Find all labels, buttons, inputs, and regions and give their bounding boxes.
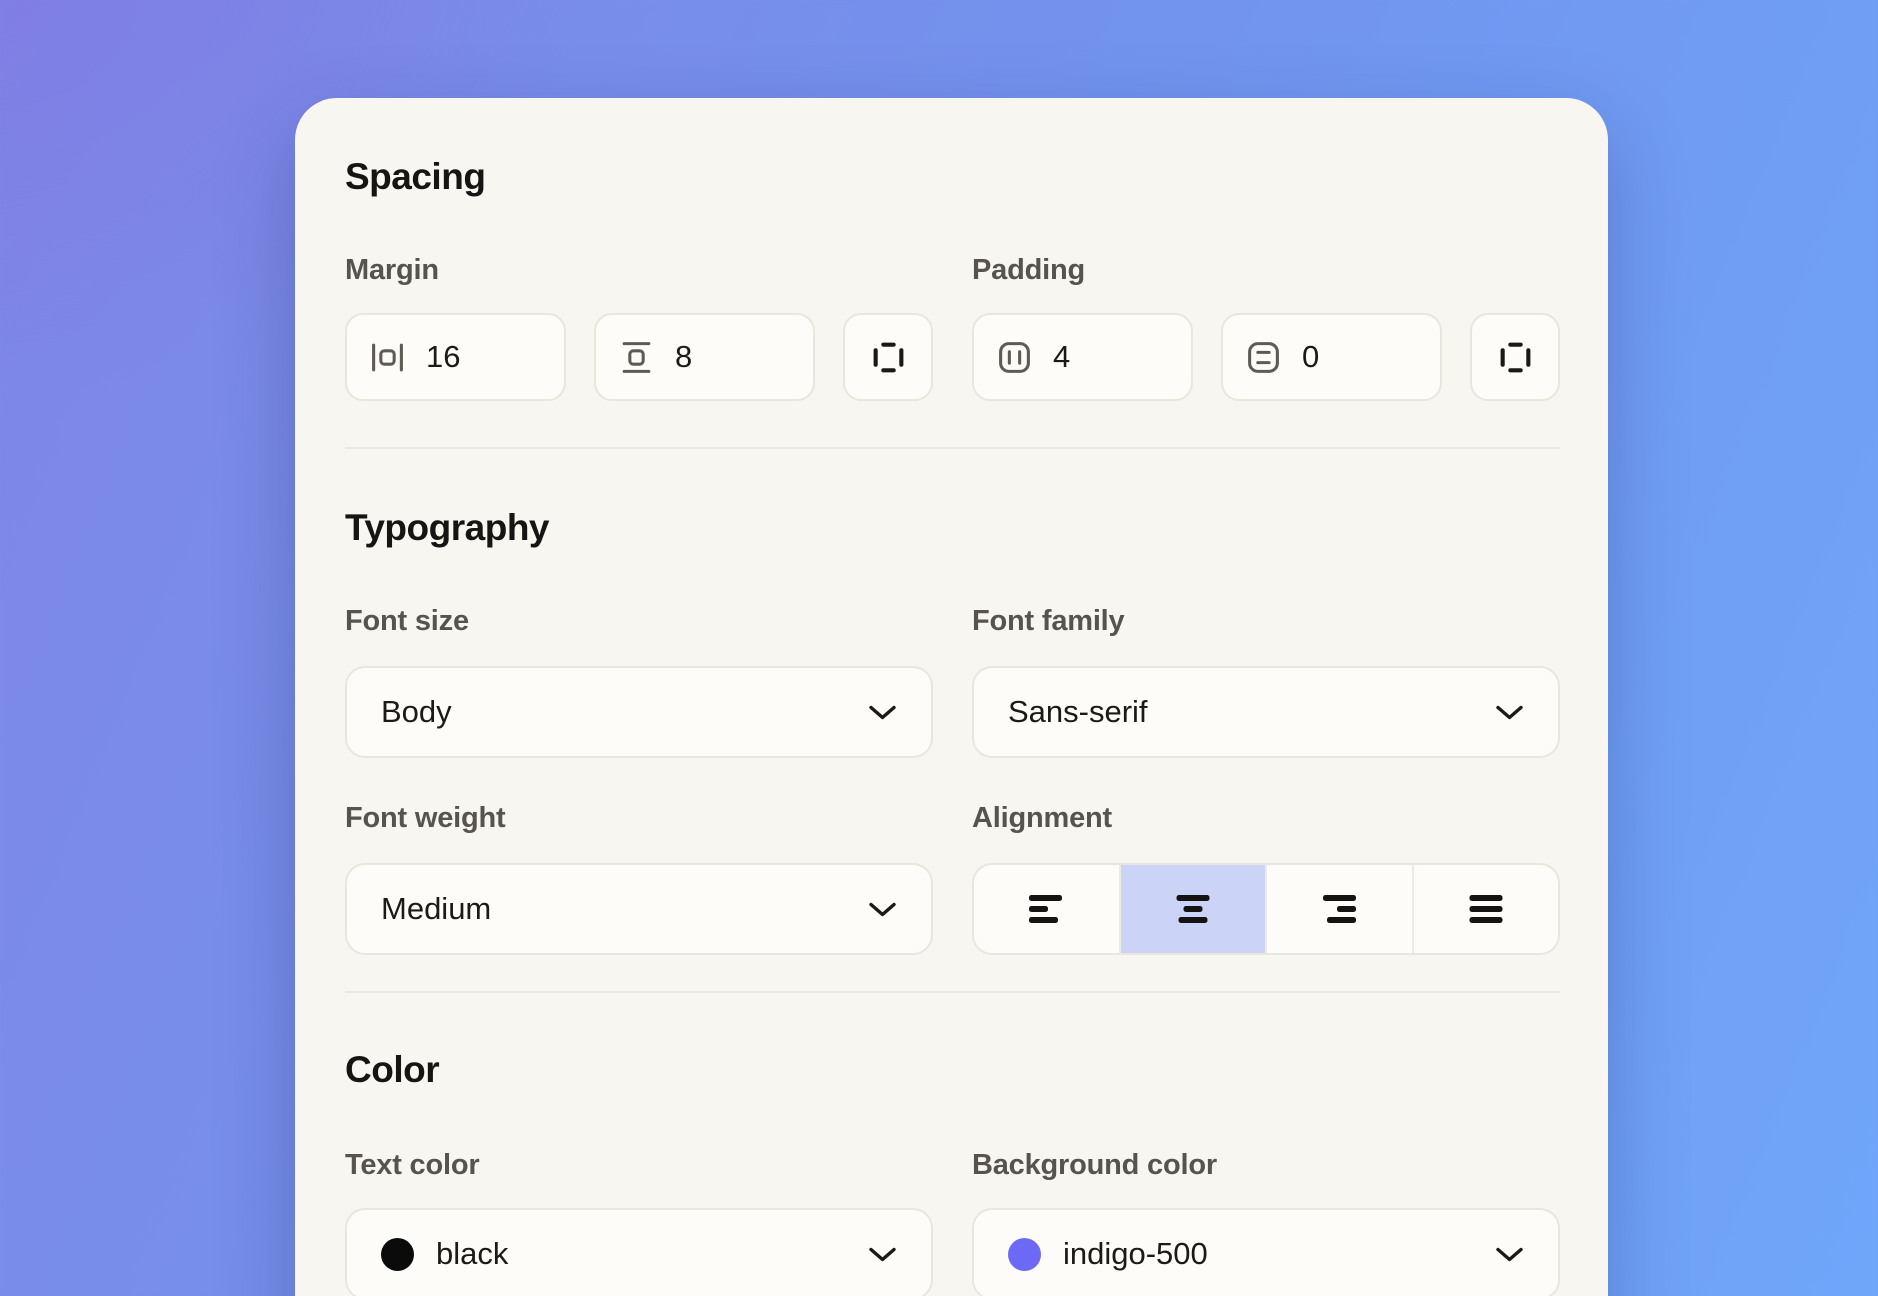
padding-individual-icon: [1497, 339, 1534, 376]
color-section-title: Color: [345, 1049, 1560, 1091]
padding-individual-button[interactable]: [1470, 313, 1560, 401]
text-color-value: black: [436, 1236, 846, 1272]
margin-controls: 16 8: [345, 313, 933, 401]
padding-vertical-input[interactable]: 0: [1221, 313, 1442, 401]
padding-horizontal-value: 4: [1053, 339, 1070, 375]
padding-vertical-value: 0: [1302, 339, 1319, 375]
align-center-button[interactable]: [1121, 865, 1268, 953]
padding-horizontal-icon: [996, 339, 1033, 376]
chevron-down-icon: [868, 704, 897, 721]
text-color-label: Text color: [345, 1149, 933, 1182]
font-weight-dropdown[interactable]: Medium: [345, 863, 933, 955]
font-family-value: Sans-serif: [1008, 694, 1473, 730]
chevron-down-icon: [868, 1246, 897, 1263]
align-right-icon: [1317, 892, 1361, 926]
padding-controls: 4 0: [972, 313, 1560, 401]
typography-section-title: Typography: [345, 507, 1560, 549]
background-color-label: Background color: [972, 1149, 1560, 1182]
text-color-dropdown[interactable]: black: [345, 1208, 933, 1296]
align-left-icon: [1024, 892, 1068, 926]
font-size-dropdown[interactable]: Body: [345, 666, 933, 758]
margin-vertical-icon: [618, 339, 655, 376]
align-justify-button[interactable]: [1414, 865, 1559, 953]
margin-individual-icon: [870, 339, 907, 376]
align-right-button[interactable]: [1267, 865, 1414, 953]
margin-vertical-input[interactable]: 8: [594, 313, 815, 401]
background-color-swatch: [1008, 1238, 1041, 1271]
chevron-down-icon: [1495, 704, 1524, 721]
margin-vertical-value: 8: [675, 339, 692, 375]
padding-horizontal-input[interactable]: 4: [972, 313, 1193, 401]
font-weight-label: Font weight: [345, 802, 933, 835]
chevron-down-icon: [1495, 1246, 1524, 1263]
padding-label: Padding: [972, 254, 1560, 287]
background-color-dropdown[interactable]: indigo-500: [972, 1208, 1560, 1296]
section-divider: [345, 447, 1560, 449]
align-center-icon: [1171, 892, 1215, 926]
text-color-swatch: [381, 1238, 414, 1271]
style-properties-panel: Spacing Margin Padding 16: [295, 98, 1608, 1296]
margin-individual-button[interactable]: [843, 313, 933, 401]
chevron-down-icon: [868, 901, 897, 918]
font-family-label: Font family: [972, 605, 1560, 638]
font-size-label: Font size: [345, 605, 933, 638]
section-divider: [345, 991, 1560, 993]
alignment-label: Alignment: [972, 802, 1560, 835]
align-justify-icon: [1464, 892, 1508, 926]
margin-label: Margin: [345, 254, 933, 287]
spacing-section-title: Spacing: [345, 156, 1560, 198]
font-weight-value: Medium: [381, 891, 846, 927]
margin-horizontal-value: 16: [426, 339, 460, 375]
align-left-button[interactable]: [974, 865, 1121, 953]
margin-horizontal-input[interactable]: 16: [345, 313, 566, 401]
background-color-value: indigo-500: [1063, 1236, 1473, 1272]
padding-vertical-icon: [1245, 339, 1282, 376]
alignment-segmented-control: [972, 863, 1560, 955]
font-size-value: Body: [381, 694, 846, 730]
font-family-dropdown[interactable]: Sans-serif: [972, 666, 1560, 758]
margin-horizontal-icon: [369, 339, 406, 376]
